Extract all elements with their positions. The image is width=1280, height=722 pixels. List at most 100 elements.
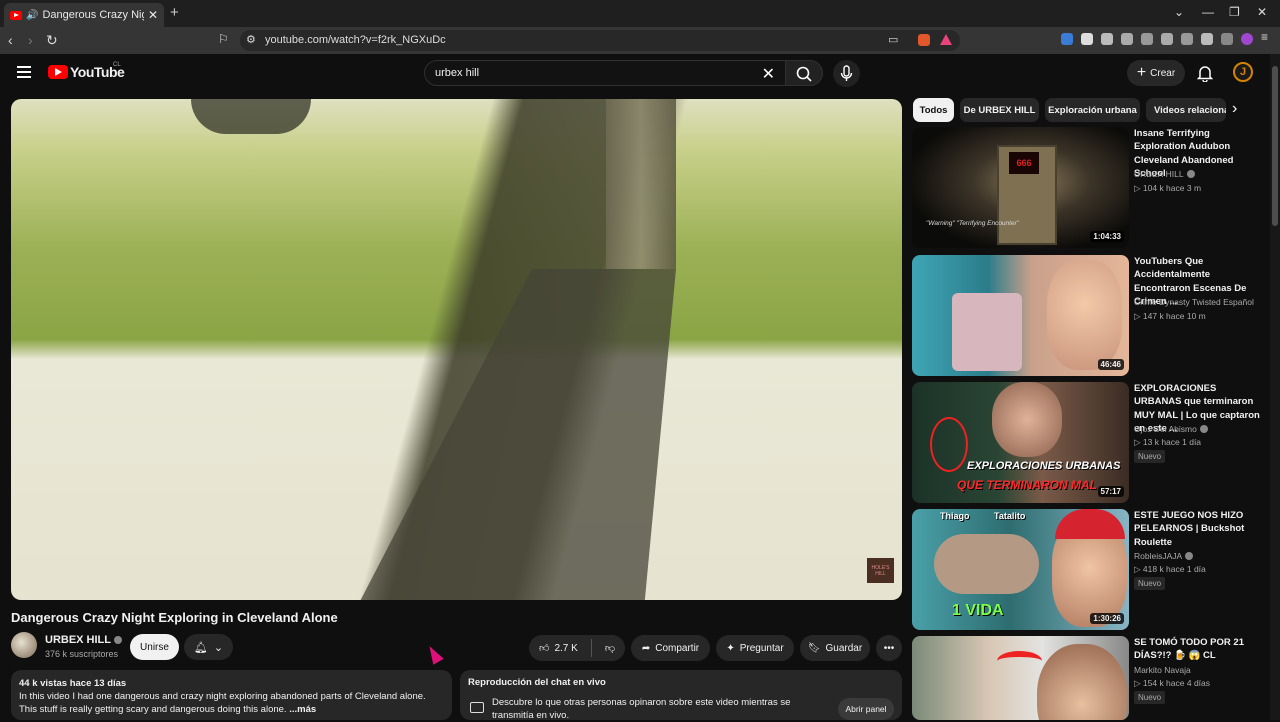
close-window-icon[interactable]: ✕ (1257, 5, 1267, 19)
views-play-icon: ▷ (1134, 437, 1143, 447)
scrollbar-thumb[interactable] (1272, 66, 1278, 226)
verified-icon (114, 636, 122, 644)
clear-search-icon[interactable]: ✕ (762, 64, 775, 84)
cast-icon[interactable]: ▭ (888, 33, 898, 46)
show-more-link[interactable]: ...más (289, 704, 316, 715)
forward-icon[interactable]: › (28, 32, 33, 48)
reload-icon[interactable]: ↻ (46, 32, 58, 49)
extensions-puzzle-icon[interactable] (1121, 33, 1133, 45)
recommendation-channel[interactable]: Ojos Del Abismo (1134, 424, 1208, 434)
search-value: urbex hill (435, 67, 480, 79)
bookmark-save-icon: 🔖︎ (807, 642, 821, 654)
recommendation-item[interactable]: 46:46 YouTubers Que Accidentalmente Enco… (912, 255, 1267, 376)
maximize-icon[interactable]: ❐ (1229, 5, 1240, 19)
search-icon (796, 66, 812, 82)
recommendation-channel[interactable]: Markito Navaja (1134, 665, 1191, 675)
hamburger-menu-icon[interactable] (17, 66, 31, 78)
share-label: Compartir (655, 642, 700, 654)
vpn-shield-icon[interactable] (1221, 33, 1233, 45)
video-thumbnail[interactable]: 46:46 (912, 255, 1129, 376)
tab-title: Dangerous Crazy Night Explo (42, 9, 143, 21)
join-button[interactable]: Unirse (130, 634, 179, 660)
thumbnail-face (1047, 260, 1122, 370)
chips-next-icon[interactable]: › (1232, 100, 1237, 118)
video-thumbnail[interactable]: EXPLORACIONES URBANAS QUE TERMINARON MAL… (912, 382, 1129, 503)
share-button[interactable]: ➦ Compartir (631, 635, 710, 661)
brave-shield-icon[interactable] (918, 34, 930, 46)
profile-icon[interactable] (1241, 33, 1253, 45)
verified-icon (1186, 170, 1195, 178)
channel-name[interactable]: URBEX HILL (45, 634, 122, 646)
video-thumbnail[interactable]: Thiago Tatalito 1 VIDA 1:30:26 (912, 509, 1129, 630)
sidebar-icon[interactable] (1161, 33, 1173, 45)
recommendation-channel[interactable]: URBEX HILL (1134, 169, 1195, 179)
thumbnail-text-line2: QUE TERMINARON MAL (957, 478, 1097, 492)
page-scrollbar[interactable] (1270, 54, 1280, 720)
create-button[interactable]: + Crear (1127, 60, 1185, 86)
save-button[interactable]: 🔖︎ Guardar (800, 635, 870, 661)
like-button[interactable]: 👍︎ (539, 642, 549, 654)
video-frame-pole (606, 99, 676, 269)
voice-search-button[interactable] (833, 60, 860, 87)
browser-tab[interactable]: 🔊 Dangerous Crazy Night Explo ✕ (4, 3, 164, 27)
save-label: Guardar (825, 642, 863, 654)
youtube-logo-icon[interactable] (48, 65, 68, 79)
video-thumbnail[interactable] (912, 636, 1129, 720)
view-count-date: 44 k vistas hace 13 días (19, 678, 127, 689)
extension-audio-icon[interactable] (1061, 33, 1073, 45)
address-bar[interactable]: ⚙ youtube.com/watch?v=f2rk_NGXuDc ▭ (240, 30, 960, 51)
chip-urban-exploration[interactable]: Exploración urbana (1045, 98, 1140, 122)
user-avatar[interactable]: J (1233, 62, 1253, 82)
rewards-icon[interactable] (940, 34, 952, 45)
back-icon[interactable]: ‹ (8, 32, 13, 48)
recommendation-item[interactable]: EXPLORACIONES URBANAS QUE TERMINARON MAL… (912, 382, 1267, 503)
recommendation-stats: ▷ 104 k hace 3 m (1134, 183, 1201, 194)
music-icon[interactable] (1141, 33, 1153, 45)
new-tab-icon[interactable]: + (170, 4, 179, 21)
minimize-icon[interactable]: — (1202, 5, 1214, 19)
video-frame-object (191, 99, 311, 134)
url-text: youtube.com/watch?v=f2rk_NGXuDc (265, 34, 446, 46)
recommendation-item[interactable]: Thiago Tatalito 1 VIDA 1:30:26 ESTE JUEG… (912, 509, 1267, 630)
search-button[interactable] (785, 60, 823, 86)
ask-button[interactable]: ✦ Preguntar (716, 635, 794, 661)
bookmark-icon[interactable]: ⚐ (218, 32, 229, 46)
chip-from-channel[interactable]: De URBEX HILL (960, 98, 1039, 122)
site-settings-icon[interactable]: ⚙ (246, 33, 256, 46)
recommendation-item[interactable]: SE TOMÓ TODO POR 21 DÍAS?!? 🍺 😱 CL Marki… (912, 636, 1267, 720)
browser-toolbar: ‹ › ↻ ⚐ ⚙ youtube.com/watch?v=f2rk_NGXuD… (0, 27, 1280, 54)
video-duration: 1:04:33 (1090, 231, 1124, 242)
search-input[interactable]: urbex hill ✕ (424, 60, 786, 86)
video-thumbnail[interactable]: 666 "Warning" "Terrifying Encounter" 1:0… (912, 127, 1129, 248)
dislike-button[interactable]: 👎︎ (605, 642, 615, 654)
subscription-bell-button[interactable]: 🔔︎ ⌄ (184, 634, 233, 660)
leo-icon[interactable] (1201, 33, 1213, 45)
speaker-icon[interactable]: 🔊 (26, 10, 38, 21)
chip-related-videos[interactable]: Videos relacionados (1146, 98, 1226, 122)
channel-watermark[interactable]: HOLE'S HILL (867, 558, 894, 583)
recommendation-item[interactable]: 666 "Warning" "Terrifying Encounter" 1:0… (912, 127, 1267, 248)
extension-grid-icon[interactable] (1101, 33, 1113, 45)
more-actions-button[interactable]: ••• (876, 635, 902, 661)
description-box[interactable]: 44 k vistas hace 13 días In this video I… (11, 670, 452, 720)
recommendation-title[interactable]: ESTE JUEGO NOS HIZO PELEARNOS | Buckshot… (1134, 509, 1264, 549)
views-play-icon: ▷ (1134, 678, 1143, 688)
wallet-icon[interactable] (1181, 33, 1193, 45)
video-player[interactable]: HOLE'S HILL (11, 99, 902, 600)
youtube-favicon-icon (10, 10, 22, 20)
chip-all[interactable]: Todos (913, 98, 954, 122)
tab-list-chevron-icon[interactable]: ⌄ (1174, 5, 1184, 19)
divider (590, 639, 592, 657)
views-play-icon: ▷ (1134, 564, 1143, 574)
open-panel-button[interactable]: Abrir panel (838, 698, 894, 720)
close-tab-icon[interactable]: ✕ (148, 8, 158, 22)
menu-icon[interactable]: ≡ (1261, 30, 1273, 44)
description-text: In this video I had one dangerous and cr… (19, 691, 426, 715)
recommendation-channel[interactable]: RobleisJAJA (1134, 551, 1194, 561)
channel-avatar[interactable] (11, 632, 37, 658)
extension-gem-icon[interactable] (1081, 33, 1093, 45)
recommendation-title[interactable]: SE TOMÓ TODO POR 21 DÍAS?!? 🍺 😱 CL (1134, 636, 1264, 663)
ask-label: Preguntar (739, 642, 784, 654)
notifications-bell-icon[interactable] (1197, 64, 1213, 82)
recommendation-channel[interactable]: Crime Dynasty Twisted Español (1134, 297, 1254, 307)
